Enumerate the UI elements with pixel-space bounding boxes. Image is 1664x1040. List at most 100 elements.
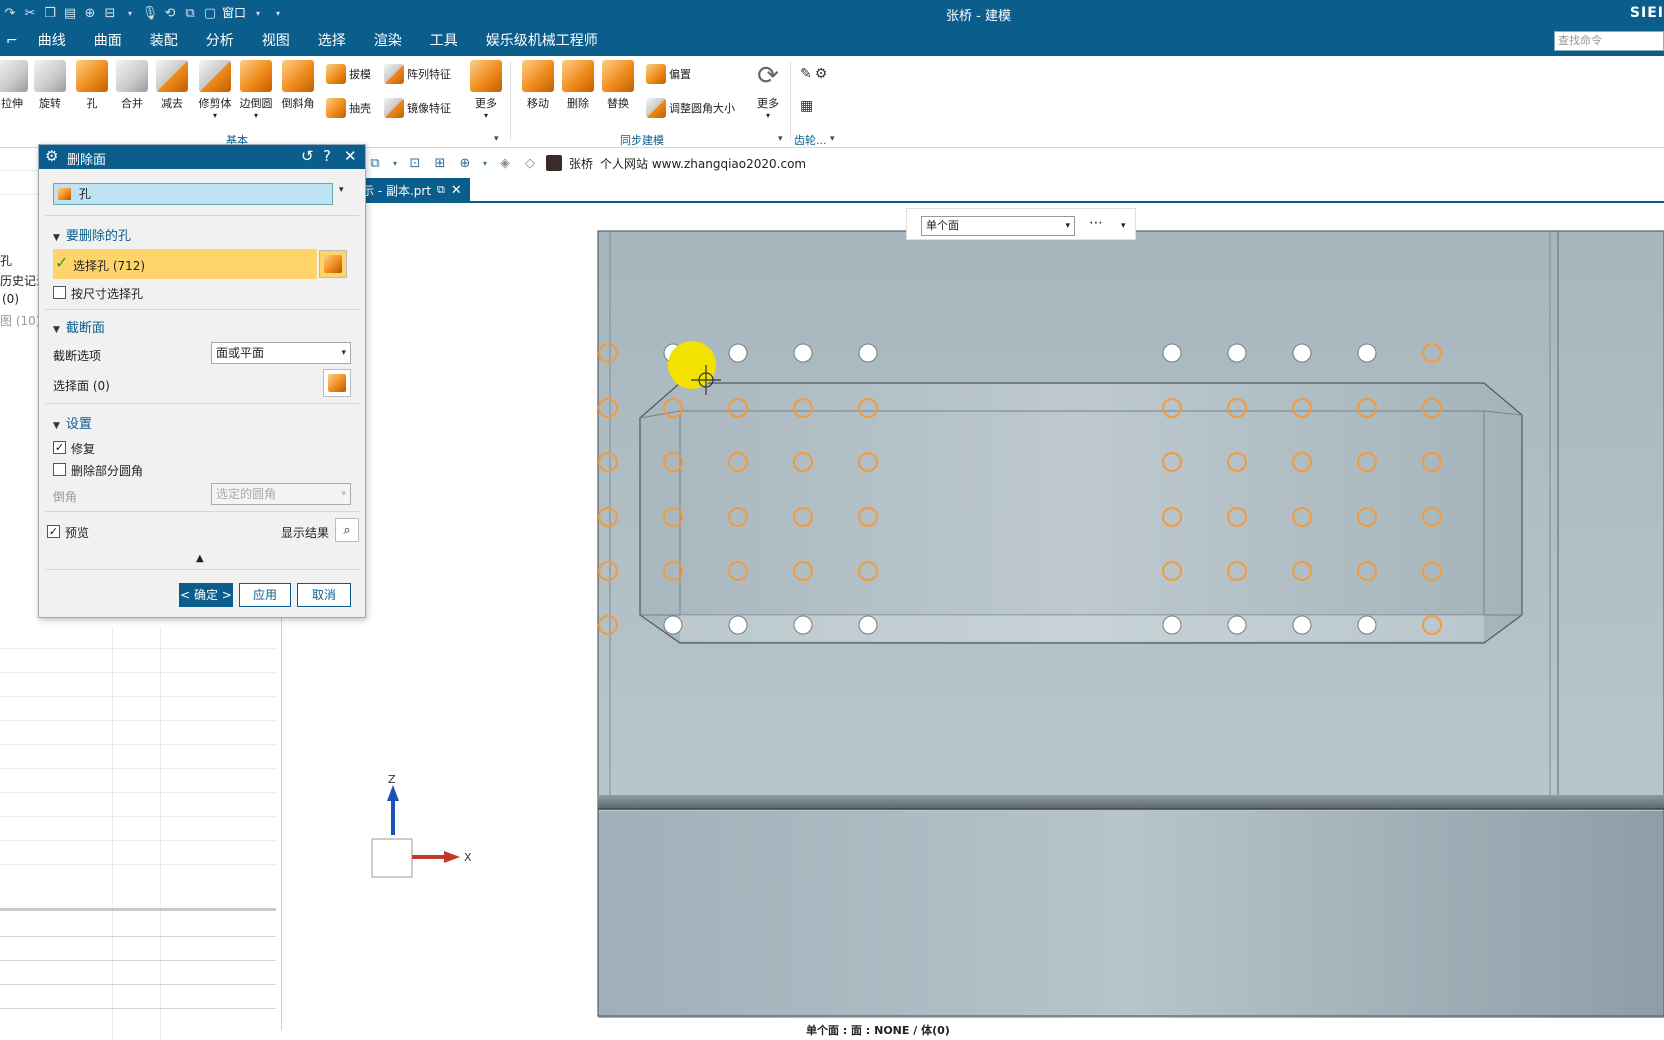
- edge-blend-button[interactable]: 边倒圆 ▾: [236, 60, 276, 120]
- mirror-feature-button[interactable]: 镜像特征: [384, 98, 451, 118]
- link-icon[interactable]: ⟲: [160, 3, 180, 23]
- menu-tab-tools[interactable]: 工具: [416, 26, 472, 56]
- extrude-button[interactable]: 拉伸: [0, 60, 30, 111]
- type-dropdown-chevron-icon[interactable]: ▾: [339, 185, 344, 195]
- apply-button[interactable]: 应用: [239, 583, 291, 607]
- cap-option-dropdown[interactable]: 面或平面 ▾: [211, 342, 351, 364]
- menu-tab-view[interactable]: 视图: [248, 26, 304, 56]
- delete-partial-blend-checkbox[interactable]: [53, 463, 66, 476]
- paste-icon[interactable]: ▤: [60, 3, 80, 23]
- select-holes-button[interactable]: [319, 250, 347, 278]
- dropdown-caret-icon[interactable]: ▾: [120, 3, 140, 23]
- trim-body-button[interactable]: 修剪体 ▾: [196, 60, 234, 120]
- sync-group-caret-icon[interactable]: ▾: [778, 134, 783, 144]
- cancel-button[interactable]: 取消: [297, 583, 351, 607]
- selection-bar-caret-icon[interactable]: ▾: [1121, 221, 1126, 231]
- hole-unselected[interactable]: [1227, 343, 1247, 363]
- hole-unselected[interactable]: [728, 615, 748, 635]
- hole-unselected[interactable]: [1292, 615, 1312, 635]
- hole-unselected[interactable]: [858, 615, 878, 635]
- section-cap-face[interactable]: ▼ 截断面: [53, 317, 105, 336]
- reset-icon[interactable]: ↺: [301, 147, 314, 165]
- touch-mode-icon[interactable]: ⊟: [100, 3, 120, 23]
- hole-unselected[interactable]: [1162, 343, 1182, 363]
- wireframe-icon[interactable]: ◇: [521, 154, 539, 172]
- navigator-item-count[interactable]: (0): [2, 292, 19, 306]
- resize-blend-button[interactable]: 调整圆角大小: [646, 98, 735, 118]
- delete-face-button[interactable]: 删除: [560, 60, 596, 111]
- draft-button[interactable]: 拔模: [326, 64, 371, 84]
- snap-icon[interactable]: ⊞: [431, 154, 449, 172]
- hole-unselected[interactable]: [858, 343, 878, 363]
- navigator-item-views[interactable]: 图 (10): [0, 312, 40, 329]
- gear-tool-button[interactable]: ✎ ⚙: [800, 66, 827, 82]
- replace-face-button[interactable]: 替换: [600, 60, 636, 111]
- subtract-button[interactable]: 减去: [154, 60, 190, 111]
- select-face-button[interactable]: [323, 369, 351, 397]
- hole-button[interactable]: 孔: [74, 60, 110, 111]
- part-ledge-face[interactable]: [598, 795, 1664, 809]
- document-tab[interactable]: 示 - 副本.prt ⧉ ✕: [362, 178, 470, 202]
- cut-icon[interactable]: ✂: [20, 3, 40, 23]
- select-by-size-checkbox[interactable]: [53, 286, 66, 299]
- chamfer-button[interactable]: 倒斜角: [278, 60, 318, 111]
- help-icon[interactable]: ?: [323, 147, 331, 165]
- pattern-feature-button[interactable]: 阵列特征: [384, 64, 451, 84]
- menu-tab-select[interactable]: 选择: [304, 26, 360, 56]
- menu-tab-surface[interactable]: 曲面: [80, 26, 136, 56]
- fit-view-icon[interactable]: ⊡: [406, 154, 424, 172]
- show-result-button[interactable]: ⌕: [335, 518, 359, 542]
- basic-group-caret-icon[interactable]: ▾: [494, 134, 499, 144]
- window-caret-icon[interactable]: ▾: [248, 3, 268, 23]
- preview-checkbox[interactable]: ✓: [47, 525, 60, 538]
- navigator-item-hole[interactable]: 孔: [0, 252, 12, 269]
- section-holes-to-delete[interactable]: ▼ 要删除的孔: [53, 225, 131, 244]
- hole-unselected[interactable]: [1357, 615, 1377, 635]
- redo-icon[interactable]: ↷: [0, 3, 20, 23]
- repeat-command-icon[interactable]: ⊕: [80, 3, 100, 23]
- customize-caret-icon[interactable]: ▾: [268, 3, 288, 23]
- hole-unselected[interactable]: [1162, 615, 1182, 635]
- command-search-input[interactable]: 查找命令: [1554, 31, 1664, 51]
- offset-region-button[interactable]: 偏置: [646, 64, 691, 84]
- menu-tab-analysis[interactable]: 分析: [192, 26, 248, 56]
- selection-filter-dropdown[interactable]: 单个面 ▾: [921, 216, 1075, 236]
- menu-tab-render[interactable]: 渲染: [360, 26, 416, 56]
- close-tab-icon[interactable]: ✕: [451, 183, 462, 198]
- hole-unselected[interactable]: [1227, 615, 1247, 635]
- ok-button[interactable]: < 确定 >: [179, 583, 233, 607]
- collapse-up-icon[interactable]: ▲: [196, 553, 204, 564]
- add-component-icon[interactable]: ⊕: [456, 154, 474, 172]
- menu-tab-custom[interactable]: 娱乐级机械工程师: [472, 26, 612, 56]
- pocket-face[interactable]: [639, 382, 1523, 644]
- gear-group-caret-icon[interactable]: ▾: [830, 134, 835, 144]
- layer-icon[interactable]: ⧉: [366, 154, 384, 172]
- hole-unselected[interactable]: [728, 343, 748, 363]
- copy-icon[interactable]: ❐: [40, 3, 60, 23]
- menu-tab-curve[interactable]: 曲线: [24, 26, 80, 56]
- unite-button[interactable]: 合并: [114, 60, 150, 111]
- type-dropdown[interactable]: 孔: [53, 183, 333, 205]
- hole-unselected[interactable]: [793, 615, 813, 635]
- section-settings[interactable]: ▼ 设置: [53, 413, 92, 432]
- menu-tab-assembly[interactable]: 装配: [136, 26, 192, 56]
- gear-param-button[interactable]: ▦: [800, 98, 813, 114]
- microphone-icon[interactable]: 🎙: [140, 3, 160, 23]
- dropdown-caret-icon[interactable]: ▾: [481, 154, 489, 172]
- open-external-icon[interactable]: ⧉: [437, 183, 445, 197]
- close-icon[interactable]: ✕: [344, 147, 357, 165]
- dialog-header[interactable]: ⚙ 删除面 ↺ ? ✕: [39, 145, 365, 169]
- more-options-icon[interactable]: ⋯: [1089, 215, 1103, 231]
- hole-unselected[interactable]: [1357, 343, 1377, 363]
- hole-unselected[interactable]: [663, 615, 683, 635]
- graphics-viewport[interactable]: Z X: [286, 203, 1664, 1018]
- menu-tab-file[interactable]: ⌐: [0, 26, 24, 56]
- sync-more-button[interactable]: ⟳ 更多 ▾: [750, 60, 786, 120]
- shell-button[interactable]: 抽壳: [326, 98, 371, 118]
- model-canvas[interactable]: Z X: [286, 203, 1664, 1018]
- heal-checkbox[interactable]: ✓: [53, 441, 66, 454]
- basic-more-button[interactable]: 更多 ▾: [468, 60, 504, 120]
- shaded-icon[interactable]: ◈: [496, 154, 514, 172]
- window-icon[interactable]: ▢: [200, 3, 220, 23]
- revolve-button[interactable]: 旋转: [32, 60, 68, 111]
